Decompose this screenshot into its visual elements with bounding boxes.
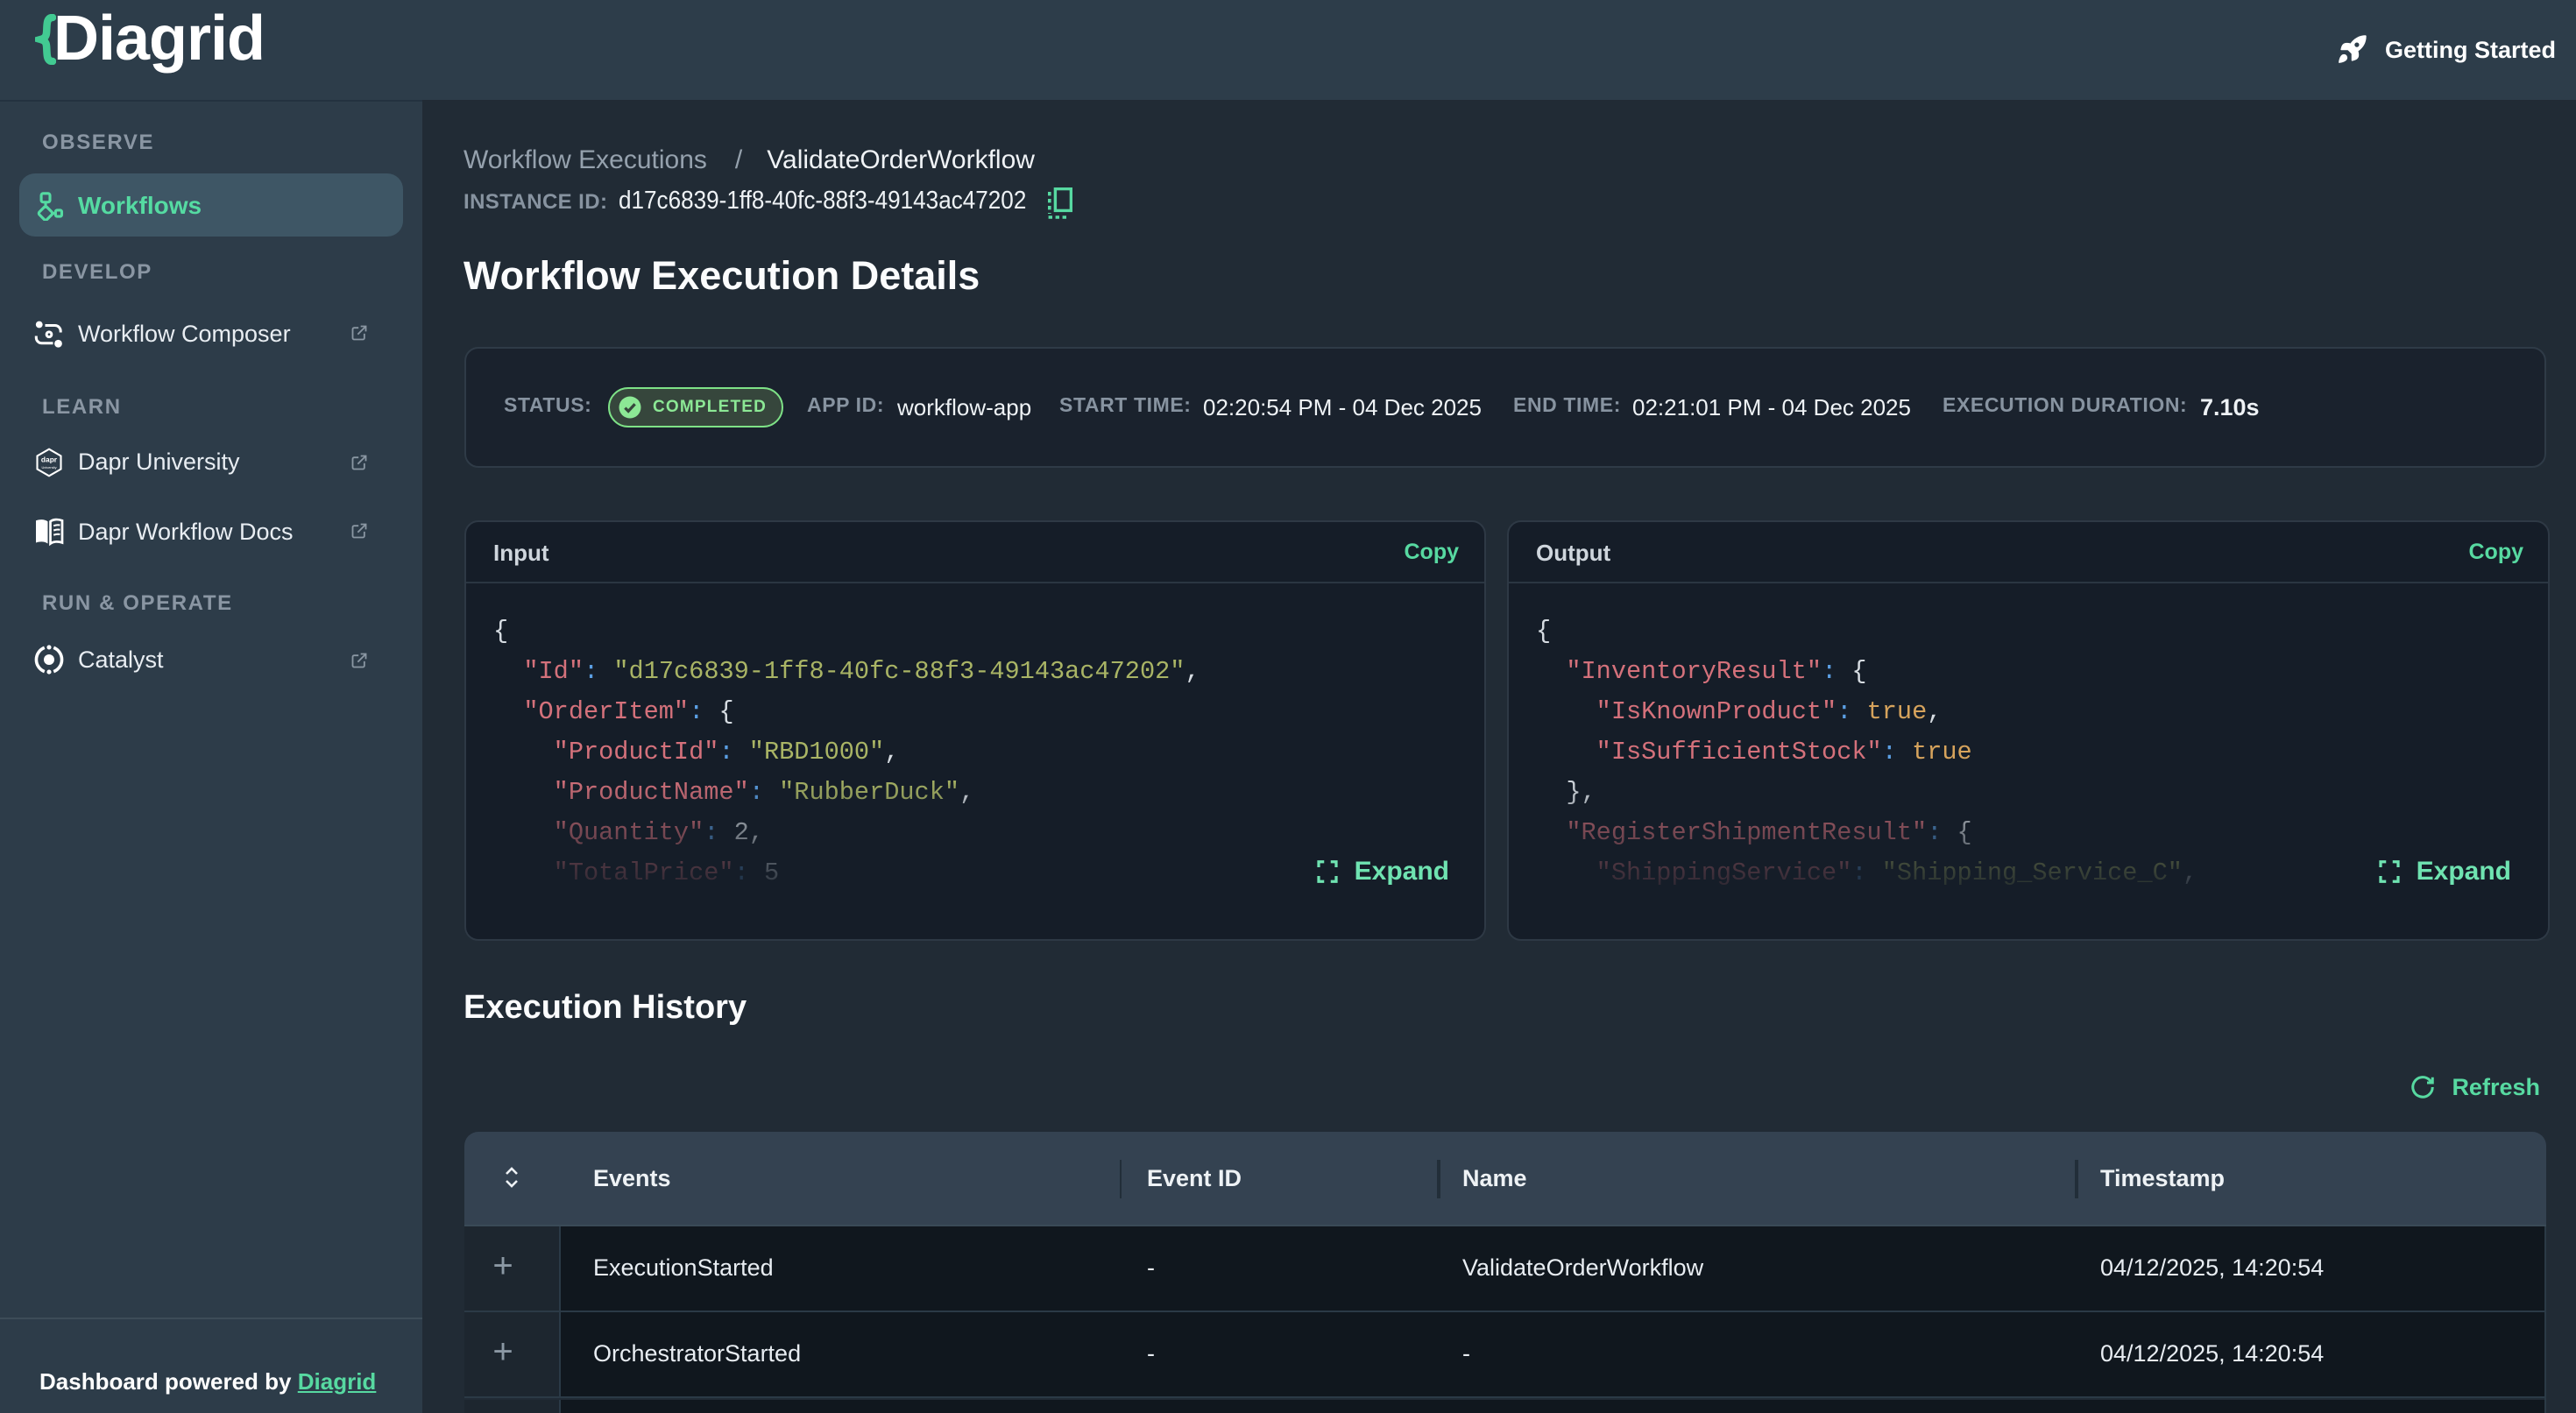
- svg-text:University: University: [41, 464, 56, 469]
- svg-text:dapr: dapr: [41, 454, 58, 463]
